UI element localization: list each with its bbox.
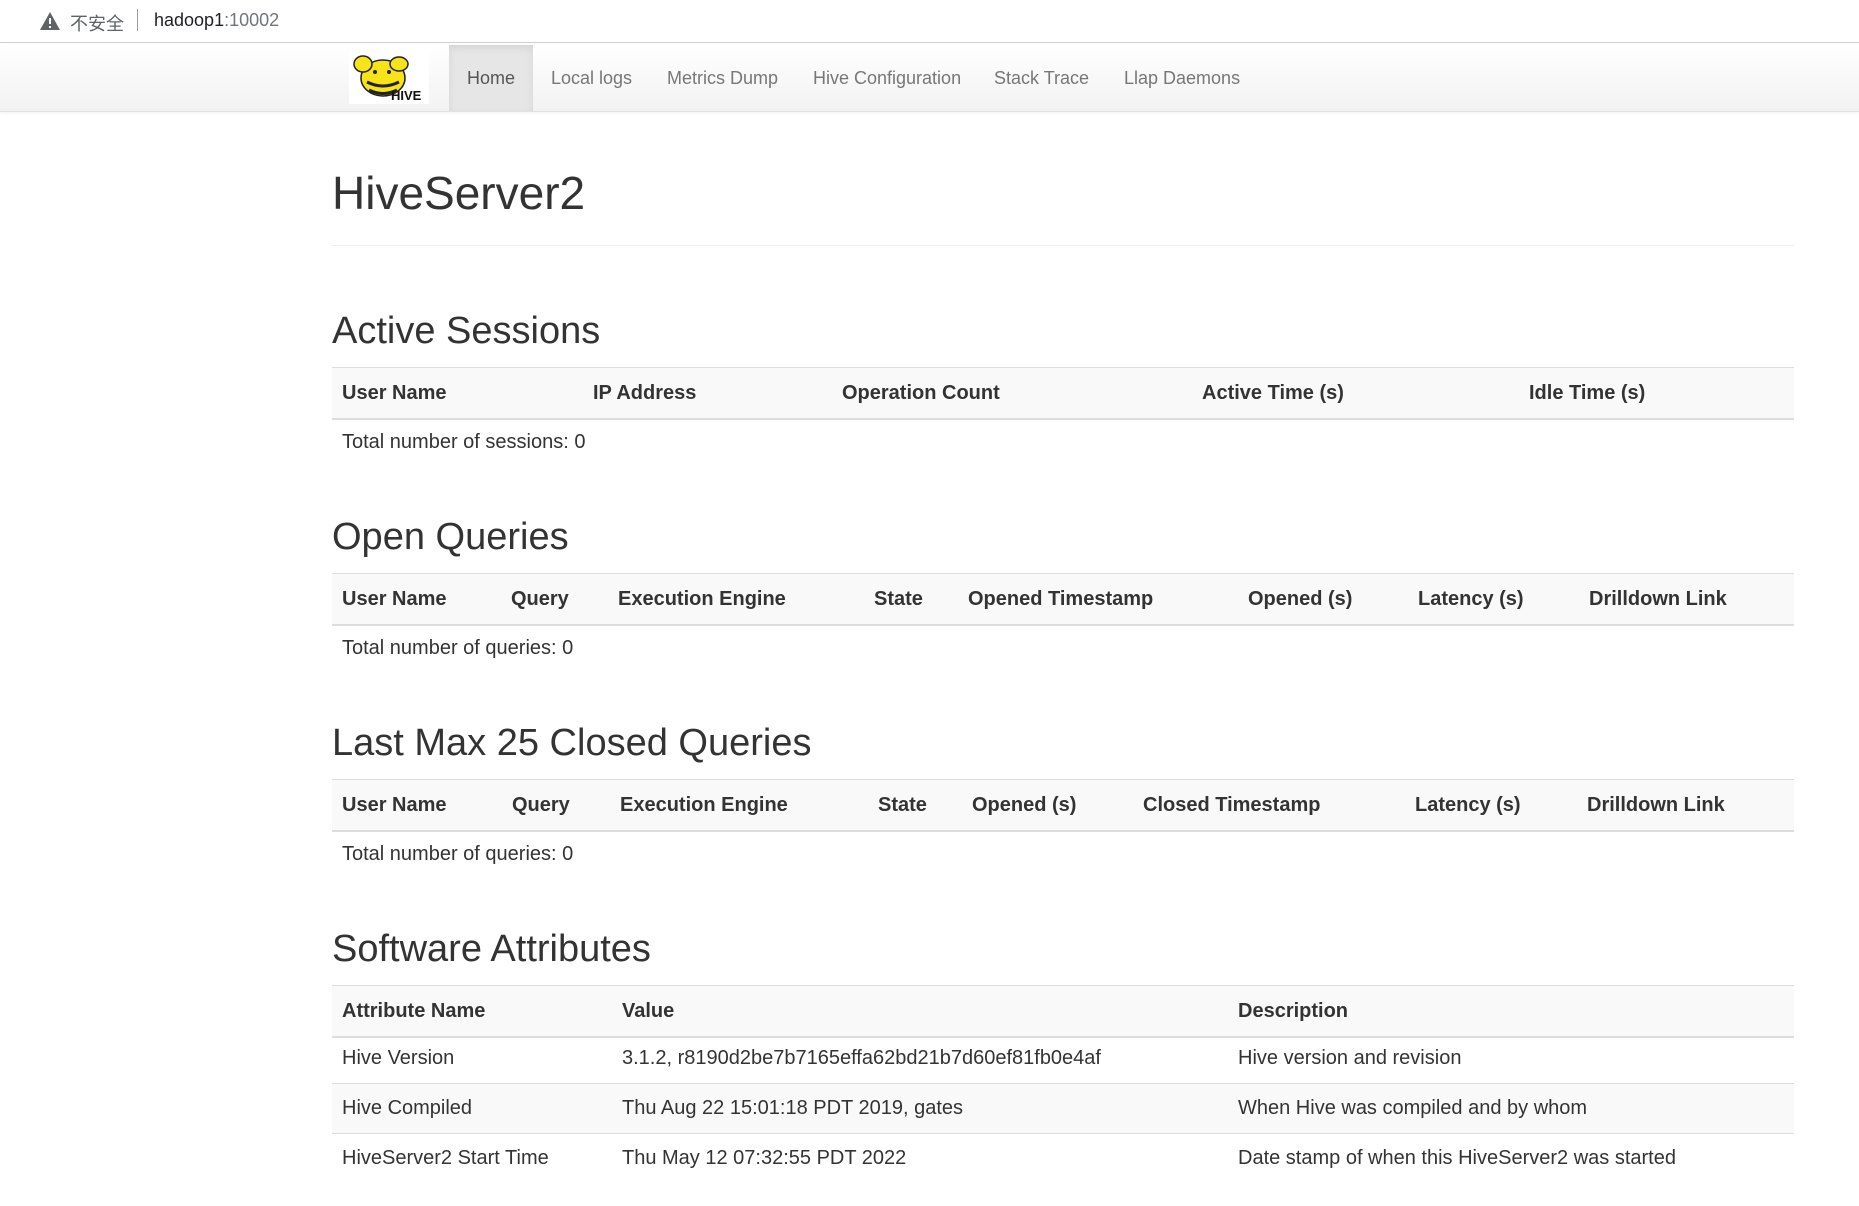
- column-header[interactable]: Opened (s): [1248, 574, 1352, 624]
- column-header[interactable]: Description: [1238, 986, 1348, 1036]
- nav-home[interactable]: Home: [449, 45, 533, 111]
- table-row: Hive Version 3.1.2, r8190d2be7b7165effa6…: [332, 1034, 1794, 1084]
- closed-queries-total: Total number of queries: 0: [342, 843, 574, 865]
- nav-local-logs[interactable]: Local logs: [551, 45, 632, 111]
- warning-icon[interactable]: [39, 11, 61, 31]
- column-header[interactable]: Execution Engine: [620, 780, 788, 830]
- column-header[interactable]: Opened Timestamp: [968, 574, 1153, 624]
- sessions-total: Total number of sessions: 0: [342, 431, 586, 453]
- browser-address-bar: 不安全 hadoop1:10002: [0, 0, 1859, 43]
- column-header[interactable]: Active Time (s): [1202, 368, 1344, 418]
- nav-metrics-dump[interactable]: Metrics Dump: [667, 45, 778, 111]
- column-header[interactable]: Latency (s): [1415, 780, 1521, 830]
- attribute-name-cell: Hive Version: [342, 1047, 455, 1069]
- column-header[interactable]: Execution Engine: [618, 574, 786, 624]
- open-queries-header: User Name Query Execution Engine State O…: [332, 573, 1794, 626]
- table-row: Hive Compiled Thu Aug 22 15:01:18 PDT 20…: [332, 1084, 1794, 1134]
- hive-logo[interactable]: HIVE: [349, 50, 429, 104]
- column-header[interactable]: Opened (s): [972, 780, 1076, 830]
- column-header[interactable]: Closed Timestamp: [1143, 780, 1320, 830]
- software-attributes-title: Software Attributes: [332, 928, 651, 970]
- nav-stack-trace[interactable]: Stack Trace: [994, 45, 1089, 111]
- attribute-value-cell: 3.1.2, r8190d2be7b7165effa62bd21b7d60ef8…: [622, 1047, 1101, 1069]
- open-queries-total: Total number of queries: 0: [342, 637, 574, 659]
- attribute-description-cell: When Hive was compiled and by whom: [1238, 1097, 1588, 1119]
- column-header[interactable]: Latency (s): [1418, 574, 1524, 624]
- column-header[interactable]: Attribute Name: [342, 986, 485, 1036]
- security-status-label[interactable]: 不安全: [70, 10, 124, 36]
- column-header[interactable]: Value: [622, 986, 674, 1036]
- active-sessions-title: Active Sessions: [332, 310, 601, 352]
- title-divider: [332, 245, 1794, 246]
- hive-logo-text: HIVE: [391, 88, 422, 103]
- column-header[interactable]: User Name: [342, 780, 447, 830]
- open-queries-title: Open Queries: [332, 516, 569, 558]
- attribute-description-cell: Date stamp of when this HiveServer2 was …: [1238, 1147, 1676, 1169]
- nav-llap-daemons[interactable]: Llap Daemons: [1124, 45, 1240, 111]
- column-header[interactable]: State: [874, 574, 923, 624]
- column-header[interactable]: Operation Count: [842, 368, 1000, 418]
- address-separator: [137, 9, 138, 31]
- column-header[interactable]: Query: [512, 780, 570, 830]
- attribute-description-cell: Hive version and revision: [1238, 1047, 1462, 1069]
- software-attributes-header: Attribute Name Value Description: [332, 985, 1794, 1038]
- column-header[interactable]: Drilldown Link: [1589, 574, 1727, 624]
- column-header[interactable]: IP Address: [593, 368, 696, 418]
- page-title: HiveServer2: [332, 167, 586, 219]
- column-header[interactable]: User Name: [342, 574, 447, 624]
- column-header[interactable]: Drilldown Link: [1587, 780, 1725, 830]
- url-host: hadoop1: [154, 10, 225, 30]
- table-row: HiveServer2 Start Time Thu May 12 07:32:…: [332, 1134, 1794, 1183]
- closed-queries-header: User Name Query Execution Engine State O…: [332, 779, 1794, 832]
- attribute-value-cell: Thu Aug 22 15:01:18 PDT 2019, gates: [622, 1097, 963, 1119]
- active-sessions-header: User Name IP Address Operation Count Act…: [332, 367, 1794, 420]
- column-header[interactable]: Query: [511, 574, 569, 624]
- url-port: :10002: [224, 10, 280, 30]
- column-header[interactable]: State: [878, 780, 927, 830]
- nav-hive-configuration[interactable]: Hive Configuration: [813, 45, 961, 111]
- attribute-name-cell: HiveServer2 Start Time: [342, 1147, 549, 1169]
- column-header[interactable]: User Name: [342, 368, 447, 418]
- closed-queries-title: Last Max 25 Closed Queries: [332, 722, 812, 764]
- attribute-value-cell: Thu May 12 07:32:55 PDT 2022: [622, 1147, 907, 1169]
- attribute-name-cell: Hive Compiled: [342, 1097, 473, 1119]
- column-header[interactable]: Idle Time (s): [1529, 368, 1645, 418]
- url-field[interactable]: hadoop1:10002: [154, 10, 279, 31]
